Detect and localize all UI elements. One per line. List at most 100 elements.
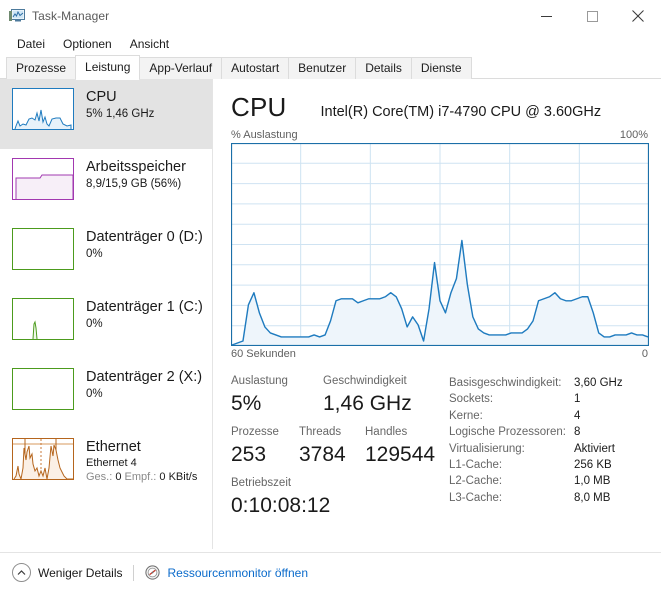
cpu-usage-chart-svg — [231, 143, 649, 346]
spec-l1-cache: L1-Cache: 256 KB — [449, 457, 649, 473]
sidebar-item-disk-1[interactable]: Datenträger 1 (C:) 0% — [0, 289, 212, 359]
spec-l2-cache: L2-Cache: 1,0 MB — [449, 473, 649, 489]
stats-left-column: Auslastung 5% Geschwindigkeit 1,46 GHz P… — [231, 373, 439, 526]
spec-virtualization-key: Virtualisierung: — [449, 442, 525, 455]
sidebar-item-disk-2-title: Datenträger 2 (X:) — [86, 369, 203, 385]
sidebar-item-disk-0[interactable]: Datenträger 0 (D:) 0% — [0, 219, 212, 289]
stats-area: Auslastung 5% Geschwindigkeit 1,46 GHz P… — [231, 373, 649, 526]
spec-logical-processors: Logische Prozessoren: 8 — [449, 424, 649, 440]
tab-app-verlauf[interactable]: App-Verlauf — [139, 57, 223, 79]
sidebar-item-ethernet-throughput: Ges.: 0 Empf.: 0 KBit/s — [86, 470, 197, 484]
spec-logical-processors-key: Logische Prozessoren: — [449, 426, 566, 439]
tab-prozesse[interactable]: Prozesse — [6, 57, 77, 79]
sidebar-item-ethernet-adapter: Ethernet 4 — [86, 457, 137, 469]
spec-l3-cache-value: 8,0 MB — [574, 491, 611, 504]
less-details-button[interactable]: Weniger Details — [12, 563, 122, 582]
stat-handles-value: 129544 — [365, 443, 436, 466]
window-title: Task-Manager — [32, 9, 110, 23]
throughput-unit: KBit/s — [168, 471, 198, 483]
sidebar-item-disk-0-sub: 0% — [86, 248, 103, 260]
sidebar-item-disk-2[interactable]: Datenträger 2 (X:) 0% — [0, 359, 212, 429]
menu-bar: Datei Optionen Ansicht — [0, 32, 661, 56]
stat-uptime: Betriebszeit 0:10:08:12 — [231, 475, 439, 520]
sidebar-item-disk-1-sub: 0% — [86, 318, 103, 330]
sidebar-item-disk-2-text: Datenträger 2 (X:) 0% — [86, 368, 202, 402]
resource-monitor-icon — [145, 565, 161, 580]
resource-sidebar[interactable]: CPU 5% 1,46 GHz Arbeitsspeicher 8,9/15,9… — [0, 79, 213, 549]
stats-group-1: Auslastung 5% Geschwindigkeit 1,46 GHz — [231, 373, 439, 418]
stats-group-3: Betriebszeit 0:10:08:12 — [231, 475, 439, 520]
graph-y-axis-max: 100% — [619, 129, 648, 141]
spec-l3-cache: L3-Cache: 8,0 MB — [449, 490, 649, 506]
spec-l1-cache-value: 256 KB — [574, 459, 612, 472]
spec-l2-cache-value: 1,0 MB — [574, 475, 611, 488]
status-bar: Weniger Details Ressourcenmonitor öffnen — [0, 552, 661, 592]
spec-logical-processors-value: 8 — [574, 426, 581, 439]
sidebar-item-ethernet[interactable]: Ethernet Ethernet 4 Ges.: 0 Empf.: 0 KBi… — [0, 429, 212, 499]
resource-monitor-button[interactable]: Ressourcenmonitor öffnen — [145, 565, 308, 580]
spec-l2-cache-key: L2-Cache: — [449, 475, 503, 488]
spec-l3-cache-key: L3-Cache: — [449, 491, 503, 504]
stat-speed-value: 1,46 GHz — [323, 392, 412, 415]
tab-details[interactable]: Details — [355, 57, 412, 79]
stat-processes-label: Prozesse — [231, 426, 279, 438]
sidebar-item-memory[interactable]: Arbeitsspeicher 8,9/15,9 GB (56%) — [0, 149, 212, 219]
cpu-thumbnail-graph — [12, 88, 74, 130]
graph-y-axis-label: % Auslastung — [231, 129, 298, 141]
sidebar-item-memory-sub: 8,9/15,9 GB (56%) — [86, 178, 182, 190]
stat-handles: Handles 129544 — [365, 424, 435, 469]
menu-item-ansicht[interactable]: Ansicht — [121, 34, 178, 54]
memory-thumbnail-graph — [12, 158, 74, 200]
window-controls — [523, 0, 661, 32]
graph-x-axis-end: 0 — [641, 348, 648, 360]
ethernet-thumbnail-graph — [12, 438, 74, 480]
stat-speed: Geschwindigkeit 1,46 GHz — [323, 373, 412, 418]
tab-dienste[interactable]: Dienste — [410, 57, 472, 79]
task-manager-icon — [9, 9, 25, 23]
page-title: CPU — [231, 92, 287, 122]
stat-threads-label: Threads — [299, 426, 342, 438]
tab-strip: Prozesse Leistung App-Verlauf Autostart … — [0, 55, 661, 80]
tab-benutzer[interactable]: Benutzer — [288, 57, 357, 79]
graph-axis-labels: % Auslastung 100% — [231, 129, 649, 141]
menu-item-datei[interactable]: Datei — [8, 34, 54, 54]
maximize-button[interactable] — [569, 0, 615, 32]
sidebar-item-cpu-text: CPU 5% 1,46 GHz — [86, 88, 154, 122]
less-details-label: Weniger Details — [38, 565, 123, 580]
stat-threads-value: 3784 — [299, 443, 346, 466]
spec-l1-cache-key: L1-Cache: — [449, 459, 503, 472]
throughput-recv-label: Empf.: — [124, 471, 157, 483]
sidebar-item-disk-2-sub: 0% — [86, 388, 103, 400]
sidebar-item-ethernet-text: Ethernet Ethernet 4 Ges.: 0 Empf.: 0 KBi… — [86, 438, 197, 484]
stat-handles-label: Handles — [365, 426, 408, 438]
footer-separator — [133, 564, 135, 581]
title-bar: Task-Manager — [0, 0, 661, 32]
spec-base-speed: Basisgeschwindigkeit: 3,60 GHz — [449, 375, 649, 391]
sidebar-item-cpu[interactable]: CPU 5% 1,46 GHz — [0, 79, 212, 149]
tab-autostart[interactable]: Autostart — [221, 57, 290, 79]
spec-base-speed-value: 3,60 GHz — [574, 377, 623, 389]
minimize-button[interactable] — [523, 0, 569, 32]
menu-item-optionen[interactable]: Optionen — [54, 34, 121, 54]
stat-uptime-value: 0:10:08:12 — [231, 494, 331, 517]
disk-2-thumbnail-graph — [12, 368, 74, 410]
spec-base-speed-key: Basisgeschwindigkeit: — [449, 377, 562, 389]
disk-1-thumbnail-graph — [12, 298, 74, 340]
cpu-specs-list: Basisgeschwindigkeit: 3,60 GHz Sockets: … — [439, 373, 649, 526]
tab-leistung[interactable]: Leistung — [75, 55, 141, 80]
panel-header: CPU Intel(R) Core(TM) i7-4790 CPU @ 3.60… — [231, 79, 649, 122]
cpu-usage-graph[interactable] — [231, 143, 649, 346]
stat-utilization: Auslastung 5% — [231, 373, 323, 418]
sidebar-item-disk-1-title: Datenträger 1 (C:) — [86, 299, 203, 315]
close-button[interactable] — [615, 0, 661, 32]
disk-0-thumbnail-graph — [12, 228, 74, 270]
spec-cores-value: 4 — [574, 409, 581, 422]
stat-utilization-value: 5% — [231, 392, 262, 415]
spec-virtualization-value: Aktiviert — [574, 442, 615, 455]
resource-monitor-link[interactable]: Ressourcenmonitor öffnen — [167, 566, 308, 580]
spec-sockets: Sockets: 1 — [449, 391, 649, 407]
throughput-sent-label: Ges.: — [86, 471, 113, 483]
spec-sockets-value: 1 — [574, 393, 581, 406]
content-area: CPU 5% 1,46 GHz Arbeitsspeicher 8,9/15,9… — [0, 79, 661, 549]
spec-cores-key: Kerne: — [449, 409, 483, 422]
